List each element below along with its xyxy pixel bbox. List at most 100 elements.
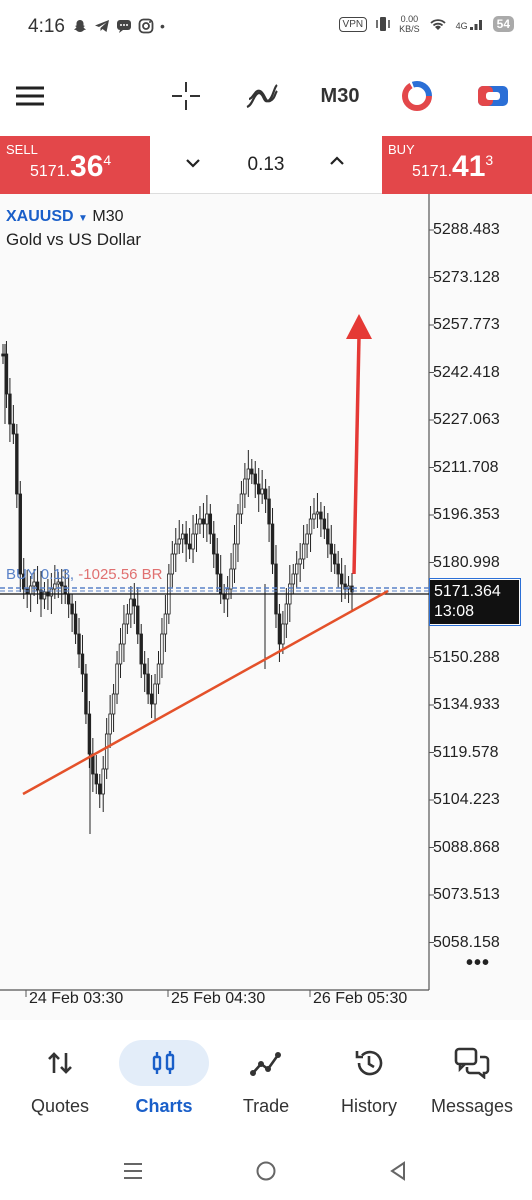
price-tick-label: 5257.773 [433, 316, 500, 333]
nav-quotes[interactable]: Quotes [8, 1038, 112, 1117]
candle-body [98, 783, 102, 795]
one-click-trading-icon[interactable] [398, 76, 436, 116]
symbol-name: XAUUSD [6, 208, 74, 225]
candle-body [201, 518, 206, 525]
candle-body [284, 603, 289, 625]
candle-body [108, 713, 112, 735]
instagram-icon [138, 18, 154, 34]
recent-apps-icon[interactable] [122, 1160, 144, 1187]
candle-body [153, 683, 157, 705]
candle-body [298, 558, 302, 565]
price-tick-label: 5273.128 [433, 268, 500, 286]
nav-history-label: History [340, 1096, 397, 1116]
nav-messages[interactable]: Messages [420, 1038, 524, 1117]
price-tick-label: 5288.483 [433, 221, 500, 238]
charts-icon [152, 1051, 175, 1074]
candle-body [70, 603, 74, 615]
candle-body [80, 653, 85, 675]
candle-body [180, 533, 185, 540]
price-tick-label: 5134.933 [433, 696, 500, 713]
candle-body [35, 581, 40, 591]
messages-icon [454, 1047, 490, 1079]
candle-body [94, 773, 98, 785]
candle-body [187, 543, 192, 550]
candle-body [115, 663, 119, 695]
candle-body [194, 523, 199, 535]
timeframe-button[interactable]: M30 [316, 76, 364, 116]
trade-icon [250, 1052, 281, 1076]
candle-body [170, 553, 175, 575]
chevron-up-icon[interactable] [328, 152, 346, 175]
more-options-icon[interactable]: ••• [466, 952, 490, 975]
candle-body [163, 613, 168, 635]
signal-icon: 4G [456, 17, 485, 31]
candle-body [236, 513, 240, 545]
buy-price: 5171.413 [412, 150, 494, 183]
candle-body [66, 593, 71, 605]
time-label-2: 25 Feb 04:30 [171, 990, 266, 1007]
status-bar: 4:16 • VPN 0.00 KB/S 4G 54 [0, 0, 532, 60]
price-tick-label: 5088.868 [433, 838, 500, 856]
lot-size-value[interactable]: 0.13 [150, 154, 382, 176]
candle-body [18, 493, 22, 575]
vpn-badge: VPN [338, 16, 368, 32]
candle-body [111, 693, 116, 715]
candle-body [129, 598, 133, 615]
nav-charts-label: Charts [135, 1096, 193, 1116]
candle-body [232, 543, 237, 570]
candle-body [253, 473, 257, 485]
candle-body [305, 533, 309, 545]
candle-body [49, 588, 54, 597]
back-icon[interactable] [388, 1160, 408, 1187]
nav-history[interactable]: History [317, 1038, 421, 1117]
candle-body [260, 488, 264, 495]
quotes-icon [48, 1052, 72, 1074]
vibrate-icon [376, 17, 390, 31]
candle-body [146, 673, 150, 695]
nav-messages-label: Messages [430, 1096, 514, 1116]
sell-button[interactable]: SELL 5171.364 [0, 136, 150, 194]
candle-body [274, 563, 278, 615]
candle-body [329, 543, 333, 555]
price-tick-label: 5104.223 [433, 791, 500, 808]
price-tick-label: 5196.353 [433, 506, 500, 523]
status-dot: • [160, 18, 165, 34]
price-tick-label: 5073.513 [433, 886, 500, 903]
candle-body [205, 513, 209, 525]
price-chart[interactable]: XAUUSD ▼ M30 Gold vs US Dollar BUY 0.13,… [0, 194, 532, 1020]
order-label[interactable]: BUY 0.13, -1025.56 BR [6, 566, 163, 583]
candle-body [246, 468, 251, 480]
trade-bar: SELL 5171.364 0.13 BUY 5171.413 [0, 136, 532, 194]
candle-body [212, 533, 216, 555]
crosshair-icon[interactable] [168, 76, 204, 116]
candle-body [267, 498, 271, 525]
candle-body [122, 623, 126, 645]
menu-icon[interactable] [14, 76, 46, 116]
candle-body [87, 713, 92, 755]
candle-body [291, 573, 295, 585]
nav-charts[interactable]: Charts [112, 1038, 216, 1117]
candle-body [215, 553, 219, 575]
status-time: 4:16 [28, 16, 65, 37]
candle-body [322, 518, 327, 530]
candle-body [53, 583, 57, 590]
indicators-icon[interactable] [244, 76, 280, 116]
candle-body [319, 511, 323, 520]
buy-button[interactable]: BUY 5171.413 [382, 136, 532, 194]
new-order-icon[interactable] [474, 76, 512, 116]
home-icon[interactable] [255, 1160, 277, 1187]
nav-trade-label: Trade [242, 1096, 290, 1116]
symbol-title[interactable]: XAUUSD ▼ M30 [6, 208, 124, 226]
candle-body [191, 533, 195, 550]
nav-trade[interactable]: Trade [214, 1038, 318, 1117]
candle-body [104, 733, 109, 770]
candle-body [184, 533, 188, 545]
candle-body [229, 568, 233, 590]
candle-body [174, 543, 178, 555]
candle-body [312, 513, 316, 520]
price-tick-label: 5242.418 [433, 363, 500, 381]
buy-label: BUY [388, 142, 415, 157]
candle-body [336, 563, 340, 575]
candle-body [301, 543, 306, 560]
candle-body [11, 423, 16, 435]
